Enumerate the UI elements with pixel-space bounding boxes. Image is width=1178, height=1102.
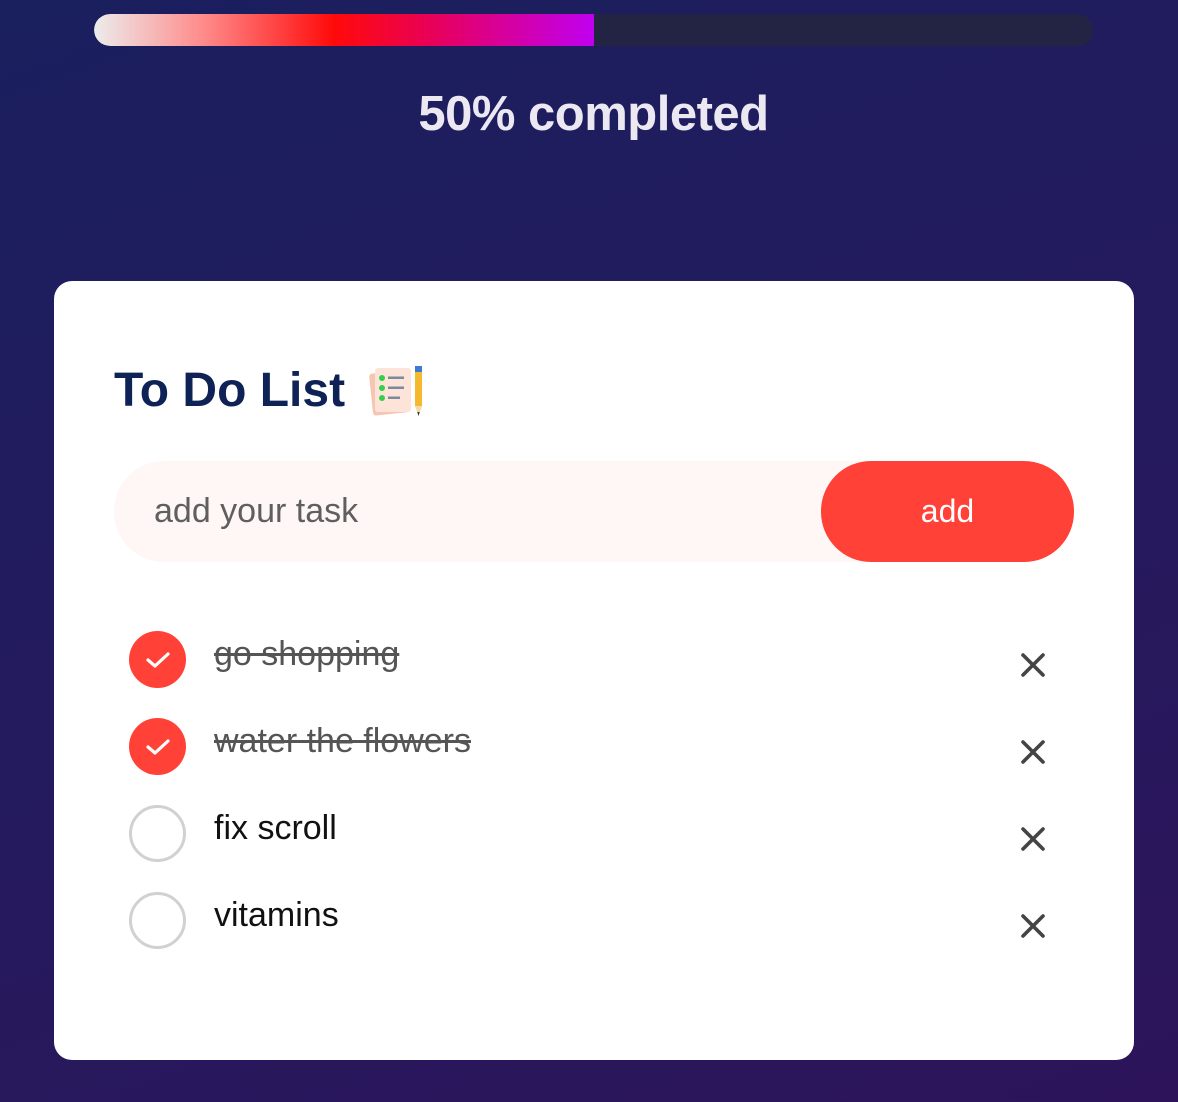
task-item: fix scroll xyxy=(129,805,1069,892)
card-title: To Do List xyxy=(114,363,425,418)
task-label: fix scroll xyxy=(214,809,337,847)
add-button[interactable]: add xyxy=(821,461,1074,562)
task-checkbox-checked[interactable] xyxy=(129,718,186,775)
task-label: water the flowers xyxy=(214,722,471,760)
task-checkbox-checked[interactable] xyxy=(129,631,186,688)
close-icon[interactable] xyxy=(1019,738,1047,766)
close-icon[interactable] xyxy=(1019,912,1047,940)
task-input[interactable] xyxy=(114,461,814,562)
task-label: go shopping xyxy=(214,635,400,673)
task-input-row: add xyxy=(114,461,1074,562)
task-label: vitamins xyxy=(214,896,339,934)
checkmark-icon xyxy=(145,738,170,755)
task-item: water the flowers xyxy=(129,718,1069,805)
progress-label: 50% completed xyxy=(418,87,769,141)
card-title-text: To Do List xyxy=(114,364,346,417)
task-list: go shopping water the flowers fix scroll vi… xyxy=(129,631,1069,979)
progress-fill xyxy=(94,14,594,46)
notepad-pencil-icon xyxy=(367,364,425,418)
todo-card: To Do List add go shopping water the flow… xyxy=(54,281,1134,1060)
checkmark-icon xyxy=(145,651,170,668)
task-item: go shopping xyxy=(129,631,1069,718)
close-icon[interactable] xyxy=(1019,651,1047,679)
task-item: vitamins xyxy=(129,892,1069,979)
task-checkbox[interactable] xyxy=(129,805,186,862)
close-icon[interactable] xyxy=(1019,825,1047,853)
progress-bar xyxy=(94,14,1093,46)
task-checkbox[interactable] xyxy=(129,892,186,949)
